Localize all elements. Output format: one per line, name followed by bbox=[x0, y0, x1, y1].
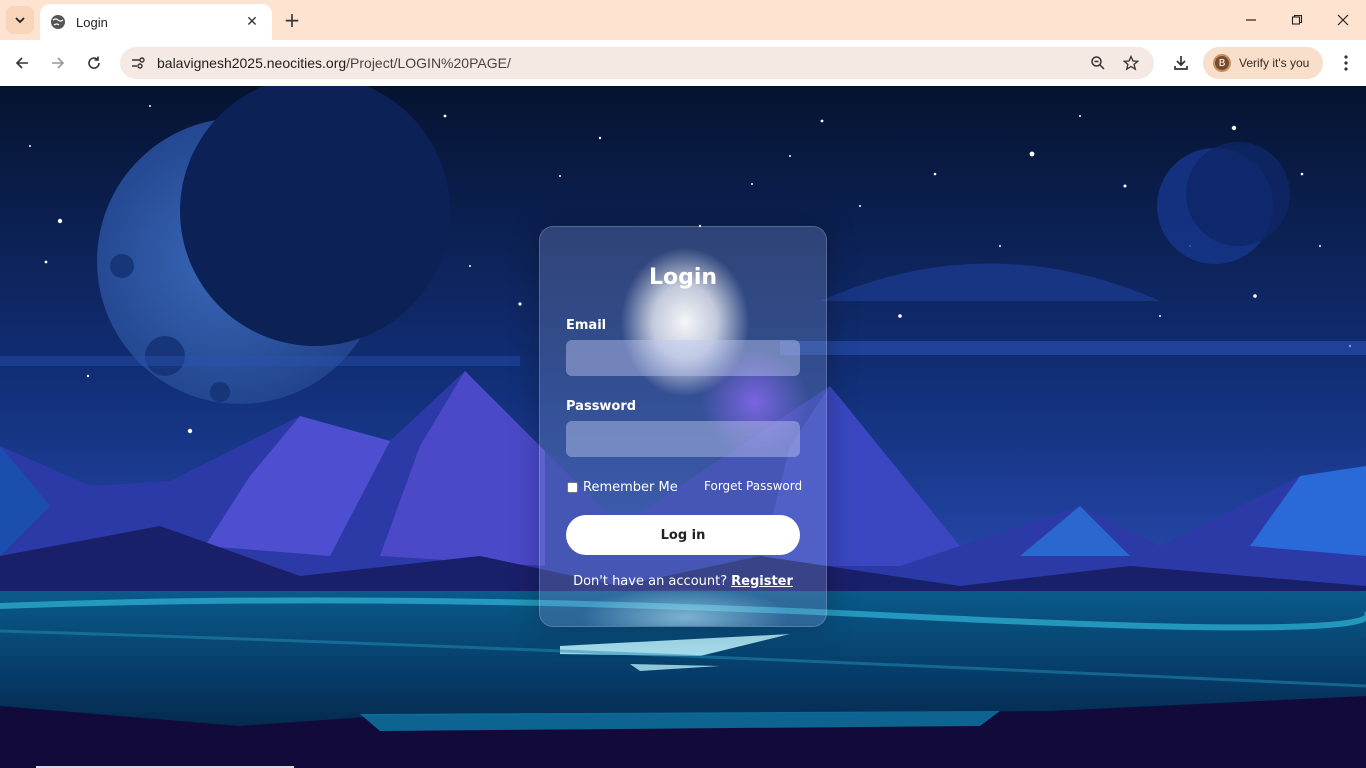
email-field[interactable] bbox=[566, 340, 800, 376]
login-card: Login Email Password Remember Me Forget … bbox=[539, 226, 827, 627]
minimize-icon bbox=[1246, 19, 1256, 21]
kebab-menu-icon bbox=[1344, 55, 1348, 71]
remember-me-checkbox[interactable]: Remember Me bbox=[567, 480, 678, 495]
browser-tab-active[interactable]: Login ✕ bbox=[40, 4, 272, 40]
restore-icon bbox=[1291, 14, 1303, 25]
browser-menu-button[interactable] bbox=[1334, 50, 1358, 76]
reload-button[interactable] bbox=[80, 49, 108, 77]
arrow-right-icon bbox=[52, 57, 65, 69]
tab-close-icon[interactable]: ✕ bbox=[242, 12, 262, 32]
url-host: balavignesh2025.neocities.org bbox=[157, 55, 347, 71]
password-label: Password bbox=[566, 399, 637, 414]
avatar: B bbox=[1213, 54, 1231, 72]
tab-search-button[interactable] bbox=[6, 6, 34, 34]
email-label: Email bbox=[566, 318, 607, 333]
chevron-down-icon bbox=[15, 17, 25, 24]
back-button[interactable] bbox=[8, 49, 36, 77]
checkbox-icon[interactable] bbox=[567, 482, 578, 493]
login-button[interactable]: Log in bbox=[566, 515, 800, 555]
page-viewport: Login Email Password Remember Me Forget … bbox=[0, 86, 1366, 768]
zoom-icon[interactable] bbox=[1088, 53, 1108, 73]
globe-icon bbox=[51, 15, 65, 29]
address-bar[interactable]: balavignesh2025.neocities.org/Project/LO… bbox=[120, 47, 1154, 79]
close-icon bbox=[1337, 14, 1349, 26]
site-info-icon[interactable] bbox=[128, 53, 148, 73]
no-account-text: Don't have an account? bbox=[573, 574, 728, 589]
arrow-left-icon bbox=[15, 57, 28, 69]
url-text[interactable]: balavignesh2025.neocities.org/Project/LO… bbox=[157, 55, 511, 71]
verify-identity-button[interactable]: B Verify it's you bbox=[1203, 47, 1323, 79]
register-prompt: Don't have an account? Register bbox=[540, 574, 826, 589]
url-path: /Project/LOGIN%20PAGE/ bbox=[346, 55, 511, 71]
minimize-button[interactable] bbox=[1228, 0, 1274, 40]
forget-password-link[interactable]: Forget Password bbox=[704, 479, 802, 493]
register-link[interactable]: Register bbox=[731, 574, 793, 589]
bookmark-star-icon[interactable] bbox=[1121, 53, 1141, 73]
restore-button[interactable] bbox=[1274, 0, 1320, 40]
browser-titlebar: Login ✕ + bbox=[0, 0, 1366, 40]
page-title: Login bbox=[648, 265, 718, 290]
remember-me-label: Remember Me bbox=[583, 480, 678, 495]
password-field[interactable] bbox=[566, 421, 800, 457]
downloads-button[interactable] bbox=[1168, 50, 1194, 76]
reload-icon bbox=[88, 56, 100, 69]
close-window-button[interactable] bbox=[1320, 0, 1366, 40]
tab-title: Login bbox=[76, 14, 108, 30]
browser-toolbar: balavignesh2025.neocities.org/Project/LO… bbox=[0, 40, 1366, 86]
verify-label: Verify it's you bbox=[1239, 56, 1310, 70]
new-tab-button[interactable]: + bbox=[280, 8, 304, 32]
download-icon bbox=[1174, 56, 1188, 70]
forward-button[interactable] bbox=[44, 49, 72, 77]
